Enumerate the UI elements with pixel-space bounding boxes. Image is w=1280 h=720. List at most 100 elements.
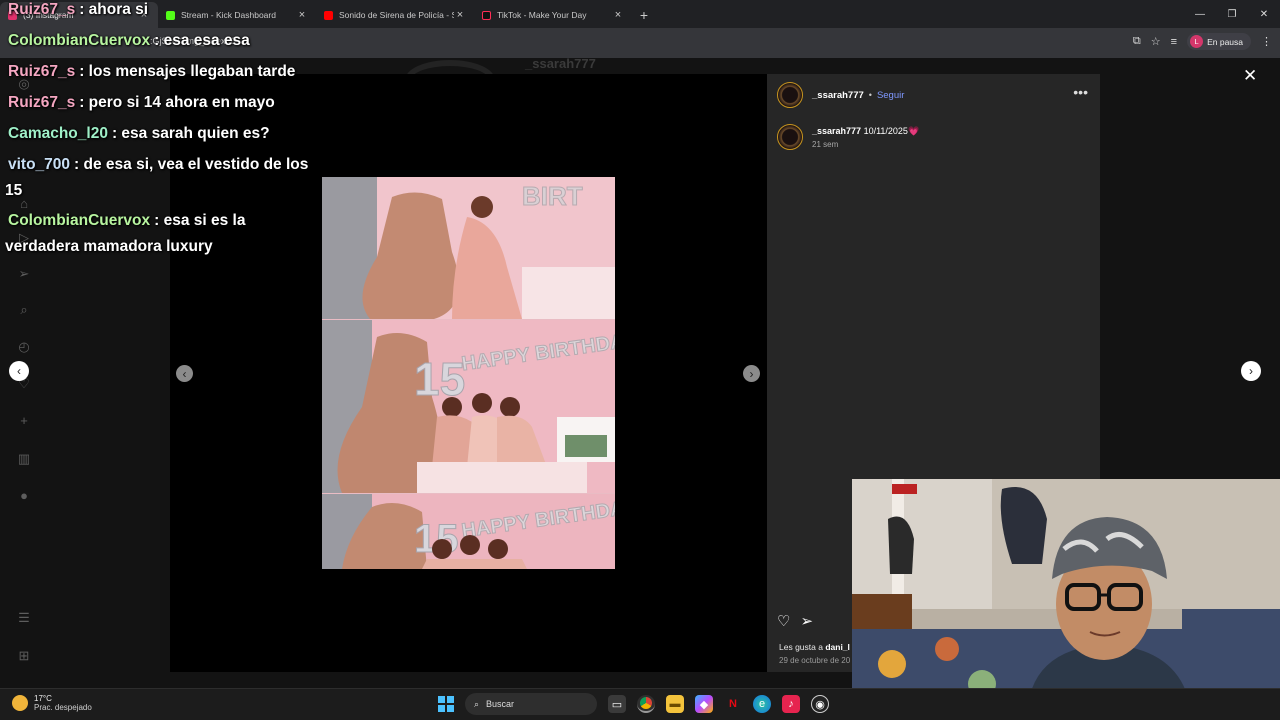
like-icon[interactable]: ♡ (777, 612, 790, 630)
balloon-letters-top: BIRT (522, 181, 583, 211)
chat-text: : pero si 14 ahora en mayo (79, 94, 275, 111)
chat-text: : esa esa esa (154, 32, 250, 49)
temperature: 17°C (34, 694, 52, 703)
profile-status: En pausa (1207, 36, 1243, 47)
tiktok-icon (482, 10, 491, 20)
profile-icon[interactable]: ● (16, 488, 32, 503)
chat-message-continuation: verdadera mamadora luxury (5, 238, 213, 255)
address-bar-actions: ⧉ ☆ ≡ L En pausa ⋮ (1133, 33, 1272, 50)
background-profile-username: _ssarah777 (525, 56, 596, 71)
post-header: _ssarah777 • Seguir (777, 82, 904, 108)
task-view-icon[interactable]: ▭ (608, 695, 626, 713)
separator-dot: • (868, 90, 872, 100)
chat-message: ColombianCuervox: esa esa esa (8, 32, 250, 50)
caption-text: 10/11/2025 (863, 126, 908, 136)
chat-message: Camacho_l20: esa sarah quien es? (8, 125, 270, 143)
likes-prefix: Les gusta a (779, 642, 823, 652)
follow-button[interactable]: Seguir (877, 90, 904, 101)
pink-heart-emoji: 💗 (907, 126, 920, 136)
netflix-icon[interactable]: N (724, 695, 742, 713)
edge-icon[interactable]: e (753, 695, 771, 713)
reading-list-icon[interactable]: ≡ (1171, 36, 1177, 48)
start-icon[interactable] (438, 696, 454, 712)
search-icon[interactable]: ⌕ (16, 302, 32, 318)
balloon-number: 15 (414, 353, 465, 405)
post-username[interactable]: _ssarah777 (812, 90, 864, 101)
weather-icon (12, 695, 28, 711)
stream-chat-overlay: Ruiz67_s: ahora si ColombianCuervox: esa… (0, 0, 340, 270)
close-window-icon[interactable]: ✕ (1248, 0, 1280, 28)
chat-text: : esa si es la (154, 212, 246, 229)
search-placeholder: Buscar (486, 699, 515, 709)
screen: (3) Instagram × Stream - Kick Dashboard … (0, 0, 1280, 720)
chat-message: Ruiz67_s: ahora si (8, 1, 148, 19)
chat-username: Ruiz67_s (8, 1, 76, 18)
chat-text: : esa sarah quien es? (111, 125, 270, 142)
taskbar-apps: ⌕ Buscar ▭ ▬ ◆ N e ♪ ◉ (438, 693, 829, 715)
caption-username[interactable]: _ssarah777 (812, 126, 861, 136)
weather-widget[interactable]: 17°C Prac. despejado (12, 694, 92, 712)
close-tab-icon[interactable]: × (454, 9, 466, 21)
chat-message: vito_700: de esa si, vea el vestido de l… (8, 156, 308, 174)
more-menu-icon[interactable]: ☰ (16, 610, 32, 626)
carousel-prev-button[interactable]: ‹ (176, 365, 193, 382)
carousel-next-button[interactable]: › (743, 365, 760, 382)
birthday-photo-illustration: BIRT 15 HAPPY BIRTHDAY 15 HAPPY BIRTHDAY (322, 177, 615, 569)
previous-post-button[interactable]: ‹ (9, 361, 29, 381)
chat-username: Camacho_l20 (8, 125, 108, 142)
chat-username: vito_700 (8, 156, 71, 173)
file-explorer-icon[interactable]: ▬ (666, 695, 684, 713)
chrome-icon[interactable] (637, 695, 655, 713)
next-post-button[interactable]: › (1241, 361, 1261, 381)
chat-message: Ruiz67_s: los mensajes llegaban tarde (8, 63, 295, 81)
webcam-overlay (852, 479, 1280, 720)
obs-icon[interactable]: ◉ (811, 695, 829, 713)
close-tab-icon[interactable]: × (612, 9, 624, 21)
chat-text: : ahora si (79, 1, 149, 18)
chat-username: ColombianCuervox (8, 212, 151, 229)
chat-username: ColombianCuervox (8, 32, 151, 49)
windows-taskbar: 17°C Prac. despejado ⌕ Buscar ▭ ▬ ◆ N e … (0, 688, 1280, 720)
copilot-icon[interactable]: ◆ (695, 695, 713, 713)
post-date: 29 de octubre de 20 (779, 656, 851, 665)
webcam-scene (852, 479, 1280, 720)
explore-icon[interactable]: ◴ (16, 339, 32, 355)
chat-username: Ruiz67_s (8, 94, 76, 111)
profile-button[interactable]: L En pausa (1187, 33, 1251, 50)
tiktok-app-icon[interactable]: ♪ (782, 695, 800, 713)
window-controls: — ❐ ✕ (1184, 0, 1280, 28)
install-app-icon[interactable]: ⧉ (1133, 35, 1141, 48)
caption: _ssarah777 10/11/2025💗 21 sem (777, 124, 919, 150)
chat-username: Ruiz67_s (8, 63, 76, 80)
search-icon: ⌕ (474, 698, 480, 709)
caption-avatar[interactable] (777, 124, 803, 150)
tab-label: TikTok - Make Your Day (497, 10, 587, 20)
minimize-icon[interactable]: — (1184, 0, 1216, 28)
avatar[interactable] (777, 82, 803, 108)
chat-message: ColombianCuervox: esa si es la (8, 212, 245, 230)
close-modal-icon[interactable]: ✕ (1243, 66, 1257, 86)
dashboard-icon[interactable]: ▥ (16, 451, 32, 467)
profile-avatar: L (1190, 35, 1204, 48)
browser-menu-icon[interactable]: ⋮ (1261, 35, 1272, 48)
post-photo[interactable]: BIRT 15 HAPPY BIRTHDAY 15 HAPPY BIRTHDAY (322, 177, 615, 569)
likes-summary: Les gusta a dani_l (779, 642, 850, 652)
tab-label: Sonido de Sirena de Policía - Su (339, 10, 454, 20)
caption-age: 21 sem (812, 140, 839, 149)
chat-text: : los mensajes llegaban tarde (79, 63, 296, 80)
chat-text: : de esa si, vea el vestido de los (74, 156, 309, 173)
create-icon[interactable]: + (16, 413, 32, 428)
chat-message: Ruiz67_s: pero si 14 ahora en mayo (8, 94, 275, 112)
also-from-meta-icon[interactable]: ⊞ (16, 648, 32, 664)
share-icon[interactable]: ➢ (800, 612, 813, 630)
more-options-icon[interactable]: ••• (1073, 84, 1088, 100)
restore-icon[interactable]: ❐ (1216, 0, 1248, 28)
chat-message-continuation: 15 (5, 182, 23, 199)
post-actions: ♡ ➢ (777, 612, 813, 630)
bookmark-star-icon[interactable]: ☆ (1151, 35, 1161, 48)
new-tab-button[interactable]: + (632, 2, 656, 28)
weather-condition: Prac. despejado (34, 703, 92, 712)
taskbar-search[interactable]: ⌕ Buscar (465, 693, 597, 715)
tab-tiktok[interactable]: TikTok - Make Your Day × (474, 2, 632, 28)
likes-user[interactable]: dani_l (825, 642, 850, 652)
